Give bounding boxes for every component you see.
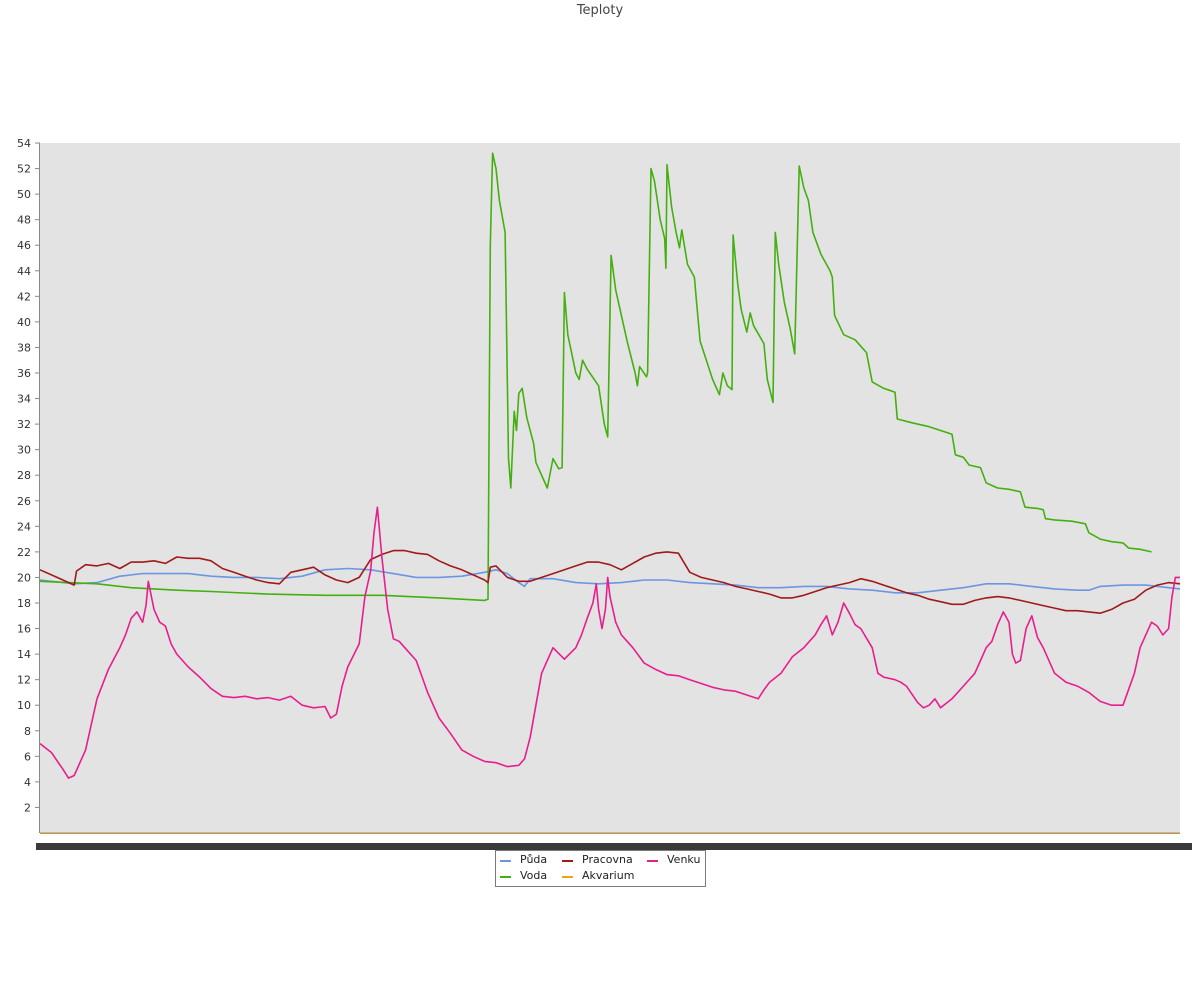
x-axis-tick-label-band [36,843,1192,850]
legend-label: Pracovna [582,853,633,866]
legend-label: Voda [520,869,548,882]
y-tick-label: 2 [24,801,31,814]
y-tick-label: 14 [17,648,31,661]
y-tick-label: 8 [24,725,31,738]
y-tick-label: 34 [17,393,31,406]
legend-swatch [562,860,573,862]
y-tick-label: 52 [17,163,31,176]
y-tick-label: 50 [17,188,31,201]
chart-title: Teploty [576,3,624,18]
y-tick-label: 26 [17,495,31,508]
y-tick-label: 10 [17,699,31,712]
y-tick-label: 22 [17,546,31,559]
y-tick-label: 54 [17,137,31,150]
y-tick-label: 6 [24,750,31,763]
y-tick-label: 16 [17,623,31,636]
legend-swatch [500,860,511,862]
y-tick-label: 32 [17,418,31,431]
y-tick-label: 42 [17,290,31,303]
y-tick-label: 44 [17,265,31,278]
legend-swatch [562,876,573,878]
y-tick-label: 28 [17,469,31,482]
legend-swatch [647,860,658,862]
legend-label: Půda [520,853,548,866]
y-tick-label: 18 [17,597,31,610]
y-tick-label: 36 [17,367,31,380]
y-tick-label: 4 [24,776,31,789]
legend-label: Akvarium [582,869,635,882]
legend-swatch [500,876,511,878]
y-tick-label: 24 [17,520,31,533]
plot-area [40,143,1180,833]
y-tick-label: 40 [17,316,31,329]
y-tick-label: 12 [17,674,31,687]
legend-label: Venku [667,853,701,866]
y-tick-label: 20 [17,571,31,584]
legend: Půda Pracovna Venku Voda Akvarium [495,850,706,887]
y-tick-label: 30 [17,444,31,457]
y-tick-label: 46 [17,239,31,252]
y-tick-label: 48 [17,214,31,227]
y-tick-label: 38 [17,341,31,354]
